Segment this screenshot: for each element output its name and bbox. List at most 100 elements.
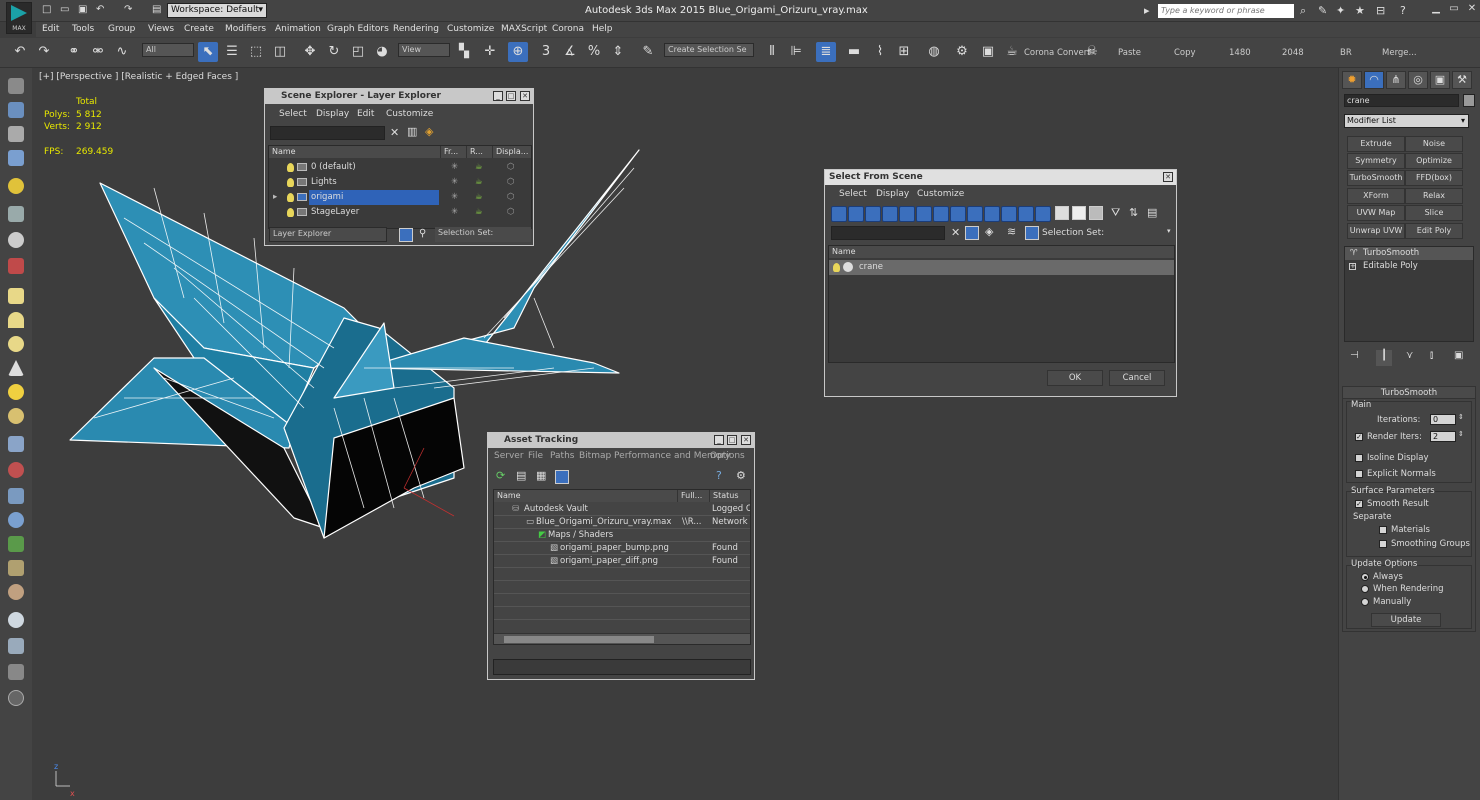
script-icon[interactable] xyxy=(8,664,24,680)
freeze-icon[interactable]: ✳ xyxy=(451,175,458,190)
redo-icon[interactable]: ↷ xyxy=(124,4,132,15)
smoothing-groups-checkbox[interactable] xyxy=(1379,540,1387,548)
path-field[interactable] xyxy=(493,659,751,675)
make-unique-icon[interactable]: ⋎ xyxy=(1406,350,1413,361)
edit-poly-button[interactable]: Edit Poly xyxy=(1405,223,1463,239)
dynamics-icon[interactable] xyxy=(8,462,24,478)
materials-checkbox[interactable] xyxy=(1379,526,1387,534)
link-icon[interactable]: ⚭ xyxy=(64,42,84,62)
skull-icon[interactable]: ☠ xyxy=(1082,42,1102,62)
search-input[interactable] xyxy=(270,126,385,140)
column-name[interactable]: Name xyxy=(829,246,1174,258)
favorite-icon[interactable]: ★ xyxy=(1355,4,1365,17)
display-box-icon[interactable]: ⬡ xyxy=(507,190,514,205)
scene-explorer-icon[interactable] xyxy=(8,78,24,94)
spacewarps-filter-icon[interactable] xyxy=(916,206,932,222)
menu-graph-editors[interactable]: Graph Editors xyxy=(327,24,389,34)
menu-views[interactable]: Views xyxy=(148,24,174,34)
named-selection-set-select[interactable]: Create Selection Se xyxy=(664,43,754,57)
rendered-frame-icon[interactable]: ▣ xyxy=(978,42,998,62)
camera-icon[interactable] xyxy=(8,232,24,248)
curve-editor-icon[interactable]: ⌇ xyxy=(870,42,890,62)
helpers-icon[interactable] xyxy=(8,206,24,222)
login-icon[interactable]: ⊟ xyxy=(1376,4,1385,17)
invert-display-icon[interactable] xyxy=(1089,206,1103,220)
hierarchy-tab-icon[interactable]: ⋔ xyxy=(1386,71,1406,89)
open-icon[interactable]: ▭ xyxy=(60,4,69,15)
configure-sets-icon[interactable]: ▣ xyxy=(1454,350,1463,361)
thumbnail-view-icon[interactable]: ▦ xyxy=(536,469,546,482)
freeze-icon[interactable]: ✳ xyxy=(451,190,458,205)
display-none-icon[interactable] xyxy=(1072,206,1086,220)
smooth-result-checkbox[interactable]: ✓ xyxy=(1355,500,1363,508)
paste-button[interactable]: Paste xyxy=(1118,48,1141,58)
light-icon[interactable] xyxy=(8,178,24,194)
grid-icon[interactable] xyxy=(8,150,24,166)
new-icon[interactable]: □ xyxy=(42,4,51,15)
stack-item-turbosmooth[interactable]: ♈ TurboSmooth xyxy=(1345,247,1473,260)
reference-coord-select[interactable]: View xyxy=(398,43,450,57)
options-icon[interactable]: ▤ xyxy=(1147,206,1157,219)
ribbon-icon[interactable]: ▬ xyxy=(844,42,864,62)
menu-customize[interactable]: Customize xyxy=(447,24,494,34)
percent-snap-icon[interactable]: % xyxy=(584,42,604,62)
viewport-icon[interactable] xyxy=(8,102,24,118)
menu-animation[interactable]: Animation xyxy=(275,24,321,34)
hierarchy-icon[interactable] xyxy=(1025,226,1039,240)
cloth-icon[interactable] xyxy=(8,584,24,600)
angle-snap-icon[interactable]: ∡ xyxy=(560,42,580,62)
menu-paths[interactable]: Paths xyxy=(550,451,574,461)
column-freeze[interactable]: Fr... xyxy=(441,146,467,158)
mirror-icon[interactable]: ⫴ xyxy=(762,42,782,62)
light-bulb-icon[interactable] xyxy=(287,208,294,217)
systems-icon[interactable] xyxy=(8,258,24,274)
render-iters-checkbox[interactable]: ✓ xyxy=(1355,433,1363,441)
width-2048-button[interactable]: 2048 xyxy=(1282,48,1304,58)
sheet-icon[interactable] xyxy=(8,126,24,142)
snaps-toggle-icon[interactable]: 3 xyxy=(536,42,556,62)
pivot-icon[interactable]: ▚ xyxy=(454,42,474,62)
select-manipulate-icon[interactable]: ✛ xyxy=(480,42,500,62)
render-teapot-icon[interactable]: ☕ xyxy=(475,205,483,220)
menu-display[interactable]: Display xyxy=(316,109,349,119)
maximize-icon[interactable]: □ xyxy=(506,91,516,101)
update-button[interactable]: Update xyxy=(1371,613,1441,627)
compound-icon[interactable] xyxy=(8,488,24,504)
maximize-icon[interactable]: ▭ xyxy=(1446,3,1462,17)
place-icon[interactable]: ◕ xyxy=(372,42,392,62)
sun-icon[interactable] xyxy=(8,384,24,400)
column-full-path[interactable]: Full... xyxy=(678,490,710,502)
move-icon[interactable]: ✥ xyxy=(300,42,320,62)
cameras-filter-icon[interactable] xyxy=(882,206,898,222)
object-color-swatch[interactable] xyxy=(1463,94,1475,107)
expand-plus-icon[interactable]: + xyxy=(1349,263,1356,270)
selection-set-dropdown-icon[interactable]: ▾ xyxy=(1167,227,1171,235)
column-name[interactable]: Name xyxy=(494,490,678,502)
help-icon[interactable]: ? xyxy=(716,469,722,482)
scene-explorer-titlebar[interactable]: Scene Explorer - Layer Explorer _ □ ✕ xyxy=(265,89,533,104)
window-crossing-icon[interactable]: ◫ xyxy=(270,42,290,62)
table-view-icon[interactable] xyxy=(555,470,569,484)
undo-button-icon[interactable]: ↶ xyxy=(10,42,30,62)
helpers-filter-icon[interactable] xyxy=(899,206,915,222)
render-setup-icon[interactable]: ⚙ xyxy=(952,42,972,62)
bones-filter-icon[interactable] xyxy=(967,206,983,222)
edit-named-selection-icon[interactable]: ✎ xyxy=(638,42,658,62)
menu-customize[interactable]: Customize xyxy=(386,109,433,119)
display-box-icon[interactable]: ⬡ xyxy=(507,160,514,175)
display-all-icon[interactable] xyxy=(1055,206,1069,220)
menu-options[interactable]: Options xyxy=(710,451,745,461)
select-by-name-icon[interactable]: ☰ xyxy=(222,42,242,62)
containers-filter-icon[interactable] xyxy=(984,206,1000,222)
horizontal-scrollbar[interactable] xyxy=(494,633,750,644)
noise-button[interactable]: Noise xyxy=(1405,136,1463,152)
menu-file[interactable]: File xyxy=(528,451,543,461)
light-bulb-icon[interactable] xyxy=(287,178,294,187)
unwrap-uvw-button[interactable]: Unwrap UVW xyxy=(1347,223,1405,239)
bind-space-warp-icon[interactable]: ∿ xyxy=(112,42,132,62)
frozen-filter-icon[interactable] xyxy=(1001,206,1017,222)
menu-customize[interactable]: Customize xyxy=(917,189,964,199)
close-icon[interactable]: ✕ xyxy=(1464,3,1480,17)
table-icon[interactable] xyxy=(8,638,24,654)
select-from-scene-titlebar[interactable]: Select From Scene ✕ xyxy=(825,170,1176,185)
